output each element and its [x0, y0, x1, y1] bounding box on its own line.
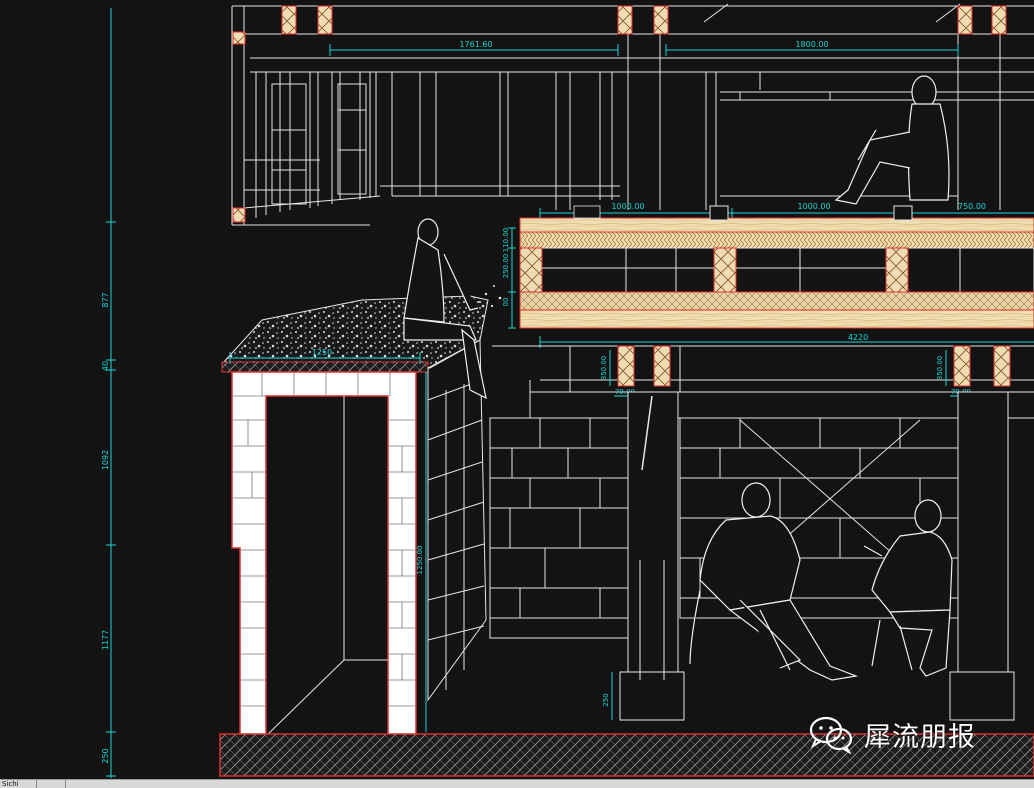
dim-left-1: 877	[101, 292, 110, 307]
dim-top-left: 1761.60	[459, 40, 492, 49]
wechat-icon	[809, 716, 853, 754]
watermark-text: 犀流朋报	[864, 721, 976, 753]
top-dimensions	[329, 44, 959, 56]
dim-deck-right: 750.00	[958, 202, 986, 211]
beam-level	[490, 345, 1034, 419]
deck-section	[519, 205, 1034, 329]
dim-deck-mid: 1000.00	[797, 202, 830, 211]
top-section-posts	[232, 5, 1007, 223]
dim-post-height-right: 350.00	[936, 356, 944, 381]
dim-deck-stack-c: 00	[502, 298, 510, 307]
watermark: 犀流朋报	[808, 712, 976, 756]
dim-left-4: 1177	[101, 630, 110, 650]
left-dimension-labels: 877 40 1092 1177 250	[101, 292, 110, 763]
dim-left-2: 40	[101, 361, 110, 371]
dim-deck-stack-b: 110.00	[502, 228, 510, 253]
dim-post-height-left: 350.00	[600, 356, 608, 381]
dim-beam-span: 4220	[848, 333, 868, 342]
person-sitting-deck	[834, 75, 950, 205]
man-left-chair	[689, 482, 859, 681]
man-right-chair	[863, 499, 953, 677]
alcove-walls	[231, 371, 417, 737]
dim-top-right: 1800.00	[795, 40, 828, 49]
dim-left-5: 250	[101, 748, 110, 763]
left-dimension-chain	[106, 8, 116, 778]
dim-deck-left: 1000.00	[611, 202, 644, 211]
section-drawing: 877 40 1092 1177 250 1761.60 1800.00 100…	[101, 3, 1034, 778]
dim-footing: 250	[602, 693, 610, 706]
cad-drawing-canvas[interactable]: 877 40 1092 1177 250 1761.60 1800.00 100…	[0, 0, 1034, 779]
dim-bench-width: 1250	[312, 348, 332, 357]
dim-left-3: 1092	[101, 450, 110, 470]
dim-deck-stack-a: 250.00	[502, 254, 510, 279]
dim-bench-height: 1250.00	[416, 546, 424, 575]
